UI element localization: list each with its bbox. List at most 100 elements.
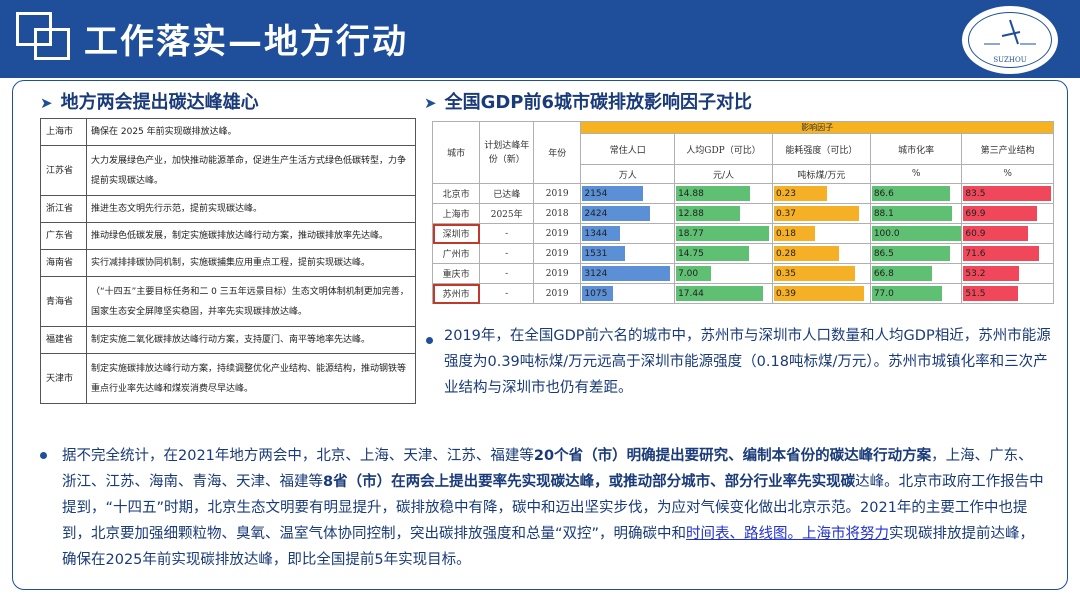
factor-value: 2154 [584, 188, 608, 199]
city-row: 重庆市 -2019 3124 7.00 0.35 66.8 53.2 [431, 263, 1054, 284]
factor-bar-cell: 0.37 [771, 203, 871, 224]
bullet-icon [40, 452, 47, 459]
factor-bar-cell: 1344 [580, 223, 676, 244]
factor-name-header: 第三产业结构 [961, 133, 1054, 165]
factor-unit-header: % [961, 164, 1054, 184]
factor-bar-cell: 100.0 [869, 223, 963, 244]
col-header-plan: 计划达峰年份（新） [479, 121, 535, 184]
factor-value: 14.75 [678, 248, 704, 259]
factor-bar-cell: 14.88 [674, 183, 773, 204]
factor-value: 53.2 [965, 268, 986, 279]
factor-bar-cell: 2154 [580, 183, 676, 204]
city-city: 北京市 [431, 183, 481, 204]
factor-value: 12.88 [678, 208, 704, 219]
right-section-title: ➤ 全国GDP前6城市碳排放影响因子对比 [424, 88, 752, 114]
province-name: 海南省 [40, 249, 87, 277]
arrow-icon: ➤ [424, 94, 437, 112]
city-year: 2019 [533, 263, 582, 284]
province-name: 青海省 [40, 276, 87, 327]
factor-value: 17.44 [678, 288, 704, 299]
factor-bar-cell: 0.39 [771, 283, 871, 304]
factor-name-header: 城市化率 [869, 133, 963, 165]
city-year: 2018 [533, 203, 582, 224]
province-row: 江苏省 大力发展绿色产业，加快推动能源革命，促进生产生活方式绿色低碳转型，力争提前… [40, 145, 416, 196]
city-row: 上海市 2025年 2018 2424 12.88 0.37 88.1 69.9 [431, 203, 1054, 224]
province-name: 天津市 [40, 353, 87, 404]
col-header-city: 城市 [431, 121, 481, 184]
city-row: 北京市 已达峰 2019 2154 14.88 0.23 86.6 83.5 [431, 183, 1054, 204]
factor-bar-cell: 0.28 [771, 243, 871, 264]
bottom-link[interactable]: 时间表、路线图。上海市将努力 [686, 526, 889, 542]
city-year: 2019 [533, 283, 582, 304]
city-city: 重庆市 [431, 263, 481, 284]
bottom-paragraph: 据不完全统计，在2021年地方两会中，北京、上海、天津、江苏、福建等20个省（市… [62, 443, 1047, 573]
province-row: 上海市 确保在 2025 年前实现碳排放达峰。 [40, 118, 416, 146]
province-row: 福建省 制定实施二氧化碳排放达峰行动方案，支持厦门、南平等地率先达峰。 [40, 326, 416, 354]
header-bar: 工作落实—地方行动 SUZHOU [0, 0, 1080, 78]
factor-bar-cell: 1075 [580, 283, 676, 304]
province-name: 福建省 [40, 326, 87, 354]
province-name: 江苏省 [40, 145, 87, 196]
city-plan: 已达峰 [479, 183, 535, 204]
factor-value: 0.37 [775, 208, 796, 219]
factor-value: 0.35 [775, 268, 796, 279]
factor-bar-cell: 69.9 [961, 203, 1054, 224]
province-goal-text: 制定实施二氧化碳排放达峰行动方案，支持厦门、南平等地率先达峰。 [86, 326, 416, 354]
factor-bar-cell: 51.5 [961, 283, 1054, 304]
province-name: 广东省 [40, 222, 87, 250]
factor-bar-cell: 71.6 [961, 243, 1054, 264]
page-title: 工作落实—地方行动 [84, 22, 408, 62]
factor-bar-cell: 0.18 [771, 223, 871, 244]
city-plan: - [479, 263, 535, 284]
factor-unit-header: 元/人 [674, 164, 773, 184]
emblem-text: SUZHOU [993, 56, 1027, 64]
city-row: 苏州市 -2019 1075 17.44 0.39 77.0 51.5 [431, 283, 1054, 304]
factor-value: 0.39 [775, 288, 796, 299]
factor-bar-cell: 86.6 [869, 183, 963, 204]
province-row: 天津市 制定实施碳排放达峰行动方案，持续调整优化产业结构、能源结构，推动钢铁等重点… [40, 353, 416, 404]
factor-value: 1075 [584, 288, 608, 299]
factor-bar-cell: 53.2 [961, 263, 1054, 284]
factor-bar-cell: 60.9 [961, 223, 1054, 244]
col-header-factors: 影响因子 [580, 121, 1054, 134]
province-name: 上海市 [40, 118, 87, 146]
city-row: 广州市 -2019 1531 14.75 0.28 86.5 71.6 [431, 243, 1054, 264]
city-plan: - [479, 283, 535, 304]
bullet-icon [426, 337, 433, 344]
city-city: 广州市 [431, 243, 481, 264]
city-year: 2019 [533, 183, 582, 204]
province-goal-text: 确保在 2025 年前实现碳排放达峰。 [86, 118, 416, 146]
bottom-bold-2: 8省（市）在两会上提出要率先实现碳达峰，或推动部分城市、部分行业率先实现碳 [323, 474, 856, 490]
factor-bar-cell: 14.75 [674, 243, 773, 264]
factor-bar-cell: 1531 [580, 243, 676, 264]
city-city: 苏州市 [431, 283, 481, 304]
factor-value: 0.23 [775, 188, 796, 199]
province-goal-text: 大力发展绿色产业，加快推动能源革命，促进生产生活方式绿色低碳转型，力争提前实现碳… [86, 145, 416, 196]
right-note: 2019年，在全国GDP前六名的城市中，苏州市与深圳市人口数量和人均GDP相近，… [444, 328, 1051, 396]
factor-value: 69.9 [965, 208, 986, 219]
province-goal-text: 推进生态文明先行示范，提前实现碳达峰。 [86, 195, 416, 223]
province-table: 上海市 确保在 2025 年前实现碳排放达峰。 江苏省 大力发展绿色产业，加快推动能源… [40, 118, 416, 404]
factor-bar-cell: 2424 [580, 203, 676, 224]
city-year: 2019 [533, 223, 582, 244]
factor-bar-cell: 18.77 [674, 223, 773, 244]
factor-bar-cell: 77.0 [869, 283, 963, 304]
factor-value: 88.1 [873, 208, 894, 219]
factor-value: 86.5 [873, 248, 894, 259]
factor-value: 2424 [584, 208, 608, 219]
factor-value: 14.88 [678, 188, 704, 199]
province-goal-text: （“十四五”主要目标任务和二 0 三五年远景目标）生态文明体制机制更加完善，国家… [86, 276, 416, 327]
city-plan: - [479, 223, 535, 244]
factor-value: 18.77 [678, 228, 704, 239]
factor-value: 83.5 [965, 188, 986, 199]
bottom-bold-1: 20个省（市）明确提出要研究、编制本省份的碳达峰行动方案 [533, 448, 932, 464]
city-plan: 2025年 [479, 203, 535, 224]
factor-bar-cell: 7.00 [674, 263, 773, 284]
factor-value: 77.0 [873, 288, 894, 299]
factor-value: 7.00 [678, 268, 699, 279]
factor-bar-cell: 86.5 [869, 243, 963, 264]
city-city: 深圳市 [431, 223, 481, 244]
factor-value: 100.0 [873, 228, 900, 239]
city-row: 深圳市 -2019 1344 18.77 0.18 100.0 60.9 [431, 223, 1054, 244]
province-goal-text: 实行减排排碳协同机制，实施碳捕集应用重点工程，提前实现碳达峰。 [86, 249, 416, 277]
